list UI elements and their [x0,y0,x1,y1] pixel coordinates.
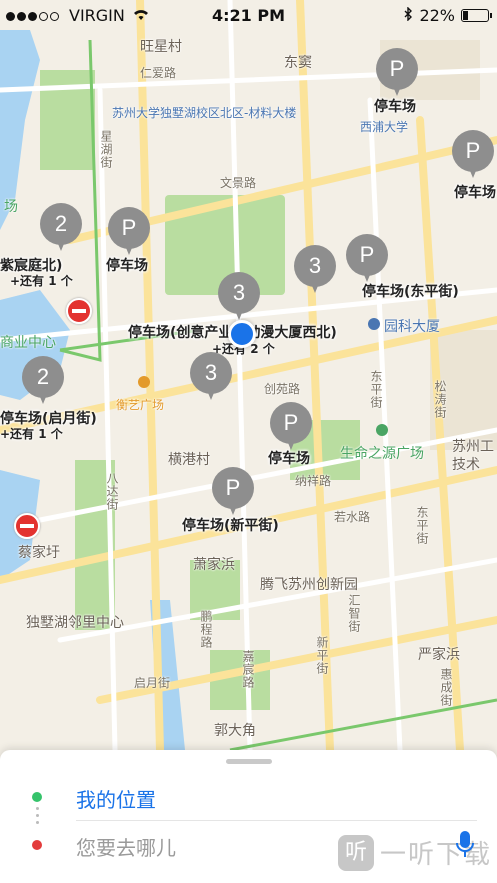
no-entry-icon [14,513,40,539]
cluster-pin[interactable]: 3 [190,352,232,400]
map-label: 郭大角 [214,723,256,739]
origin-row[interactable]: 我的位置 [0,774,497,820]
drag-handle[interactable] [226,759,272,764]
map-label: 蔡家圩 [18,545,60,561]
map-label: 横港村 [168,452,210,468]
map-label-road: 嘉宸路 [241,650,255,689]
map-label: 严家浜 [418,647,460,663]
map-label-street: 星湖街 [99,130,113,169]
map-label-university[interactable]: 苏州大学独墅湖校区北区-材料大楼 [112,104,296,121]
map-label-road: 若水路 [334,510,371,524]
divider [76,820,477,821]
map-label-road: 纳祥路 [295,474,332,488]
cluster-pin[interactable]: 2 [22,356,64,404]
parking-pin[interactable]: P [346,234,388,282]
map-label-street: 惠成街 [439,668,453,707]
map-label: 萧家浜 [193,557,235,573]
watermark-text: 一听下载 [380,840,493,870]
map-label: 独墅湖邻里中心 [26,615,124,631]
map-label-road: 鹏程路 [199,610,213,649]
map-label: 场 [4,199,18,215]
map-label: 商业中心 [0,335,56,351]
map-label-street: 八达街 [105,472,119,511]
parking-pin[interactable]: P [212,467,254,515]
cluster-pin[interactable]: 3 [294,245,336,293]
cluster-pin[interactable]: 3 [218,272,260,320]
map-label: 仁爱路 [140,66,177,80]
map-label: 腾飞苏州创新园 [260,577,358,593]
parking-pin-label: 停车场(新平街) [182,518,279,534]
parking-pin[interactable]: P [376,48,418,96]
origin-field[interactable]: 我的位置 [76,784,156,813]
battery-icon [461,8,492,22]
map-label-poi[interactable]: 生命之源广场 [340,443,424,463]
origin-dot-icon [32,792,42,802]
no-entry-icon [66,298,92,324]
map-label-street: 松涛街 [433,380,447,419]
park-icon [376,424,388,436]
microphone-icon[interactable] [455,830,475,864]
map-label: 苏州工 [452,439,494,455]
map-label: 旺星村 [140,39,182,55]
parking-pin[interactable]: P [270,402,312,450]
map-label-street: 东平街 [415,506,429,545]
map-label-road: 汇智街 [347,594,361,633]
parking-pin-label: 停车场 [268,451,310,467]
battery-percent: 22% [419,5,455,25]
map-label-road: 创苑路 [264,382,301,396]
parking-pin-label: 停车场 [106,258,148,274]
map-label-poi[interactable]: 衡艺广场 [116,396,164,413]
status-bar: VIRGIN 4:21 PM 22% [0,0,497,30]
cluster-pin-sub: +还有 1 个 [0,427,63,441]
map-label: 技术 [452,457,480,473]
parking-pin-label: 停车场 [374,99,416,115]
shopping-icon [138,376,150,388]
map-label-road: 文景路 [220,176,257,190]
map-label-street: 启月街 [134,676,171,690]
cluster-pin-sub: +还有 1 个 [10,274,73,288]
map-label-poi[interactable]: 园科大厦 [384,316,440,336]
parking-pin[interactable]: P [452,130,494,178]
destination-input[interactable]: 您要去哪儿 [76,832,176,861]
parking-pin[interactable]: P [108,207,150,255]
map-label-street: 新平街 [315,636,329,675]
destination-dot-icon [32,840,42,850]
building-icon [368,318,380,330]
map-label: 东窦 [284,55,312,71]
watermark-logo-icon: 听 [338,834,374,871]
cluster-pin[interactable]: 2 [40,203,82,251]
current-location-dot [228,320,256,348]
map-label-xipu[interactable]: 西浦大学 [360,118,408,135]
map-label-street: 东平街 [369,370,383,409]
bluetooth-icon [403,5,413,25]
parking-pin-label: 停车场 [454,185,496,201]
parking-pin-label: 停车场(东平街) [362,284,459,300]
